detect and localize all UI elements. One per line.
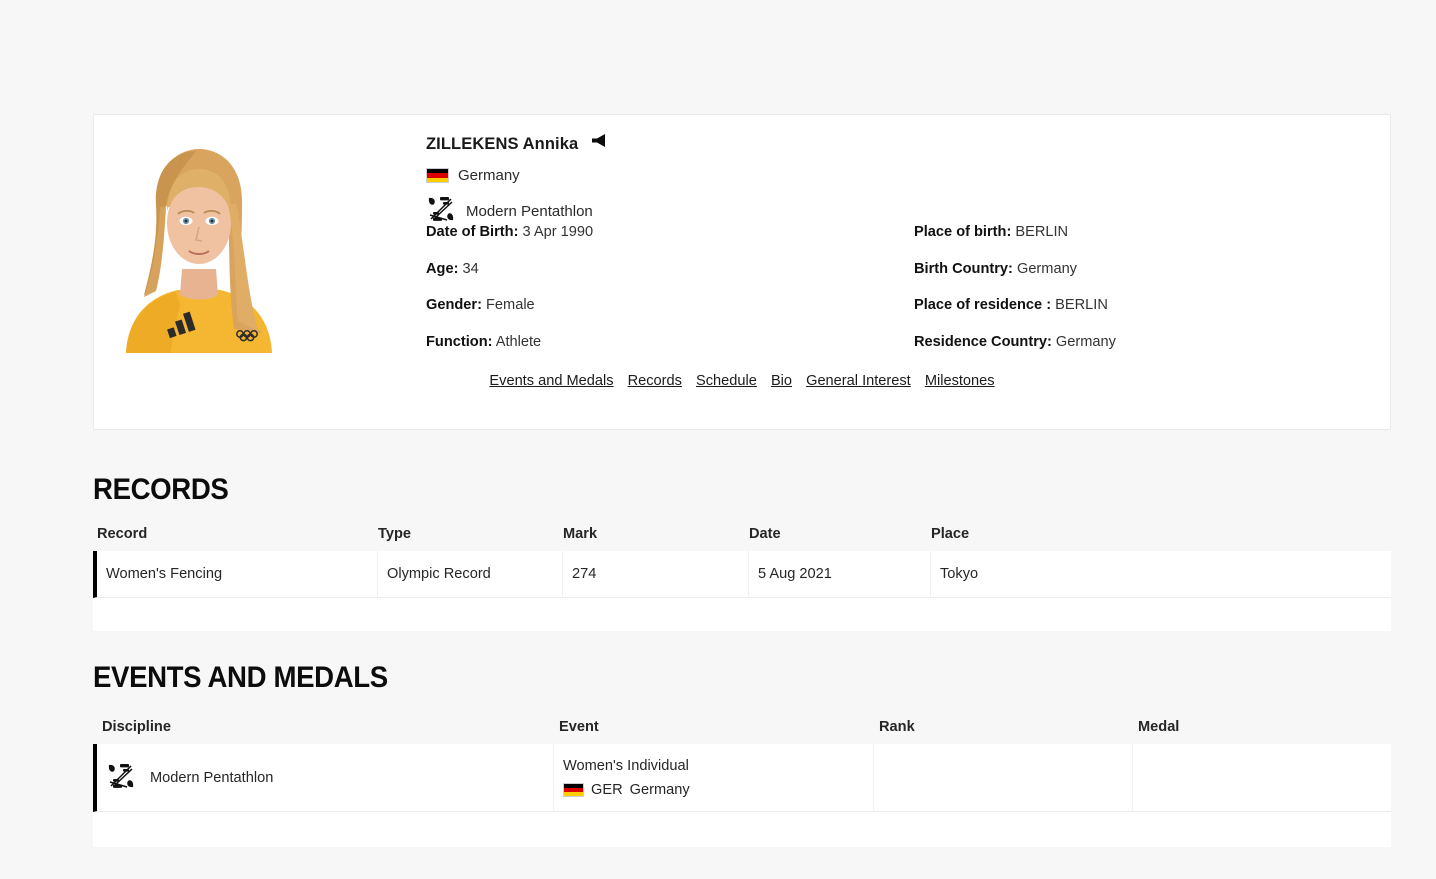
event-name: Women's Individual — [563, 757, 689, 774]
detail-value: Athlete — [495, 333, 542, 350]
athlete-details-left: Date of Birth: 3 Apr 1990 Age: 34 Gender… — [426, 225, 914, 349]
detail-function: Function: Athlete — [426, 333, 914, 350]
events-section-title: EVENTS AND MEDALS — [93, 661, 388, 694]
records-table: Record Type Mark Date Place Women's Fenc… — [93, 519, 1391, 631]
detail-label: Age: — [426, 260, 459, 277]
athlete-name: ZILLEKENS Annika — [426, 134, 579, 153]
nav-link-general-interest[interactable]: General Interest — [806, 373, 911, 389]
cell-record: Women's Fencing — [97, 551, 378, 597]
athlete-summary-card: ZILLEKENS Annika Germany Modern Pentathl… — [93, 114, 1391, 430]
column-header-record: Record — [97, 526, 148, 542]
nav-link-schedule[interactable]: Schedule — [696, 373, 757, 389]
events-table-footer — [93, 812, 1391, 847]
event-country-name: Germany — [629, 781, 690, 798]
germany-flag-icon — [426, 168, 449, 183]
cell-rank — [874, 744, 1133, 811]
detail-birth-country: Birth Country: Germany — [914, 260, 1116, 277]
profile-section-nav: Events and Medals Records Schedule Bio G… — [94, 373, 1390, 389]
modern-pentathlon-icon — [426, 194, 456, 228]
athlete-identity: ZILLEKENS Annika Germany Modern Pentathl… — [426, 134, 1370, 228]
cell-type: Olympic Record — [378, 551, 563, 597]
column-header-event: Event — [559, 719, 599, 735]
detail-date-of-birth: Date of Birth: 3 Apr 1990 — [426, 225, 914, 240]
column-header-medal: Medal — [1138, 719, 1180, 735]
detail-label: Birth Country: — [914, 260, 1013, 277]
column-header-date: Date — [749, 526, 781, 542]
athlete-details-right: Place of birth: BERLIN Birth Country: Ge… — [914, 225, 1116, 349]
detail-gender: Gender: Female — [426, 298, 914, 313]
detail-label: Function: — [426, 333, 493, 350]
records-table-footer — [93, 598, 1391, 631]
cell-discipline: Modern Pentathlon — [97, 744, 554, 811]
table-row[interactable]: Modern Pentathlon Women's Individual GER… — [93, 744, 1391, 812]
detail-label: Place of birth: — [914, 224, 1012, 240]
column-header-type: Type — [378, 526, 411, 542]
cell-medal — [1133, 744, 1391, 811]
detail-value: BERLIN — [1015, 224, 1069, 240]
cell-place: Tokyo — [940, 566, 979, 582]
cell-date: 5 Aug 2021 — [749, 551, 931, 597]
athlete-details: Date of Birth: 3 Apr 1990 Age: 34 Gender… — [426, 225, 1370, 349]
records-table-body: Women's Fencing Olympic Record 274 5 Aug… — [93, 551, 1391, 598]
detail-age: Age: 34 — [426, 260, 914, 277]
events-and-medals-table: Discipline Event Rank Medal Modern Penta… — [93, 712, 1391, 847]
event-country: GER Germany — [563, 782, 690, 798]
detail-value: BERLIN — [1055, 297, 1108, 314]
events-table-header: Discipline Event Rank Medal — [93, 712, 1391, 744]
detail-label: Gender: — [426, 297, 482, 314]
athlete-sport-label: Modern Pentathlon — [466, 202, 593, 220]
detail-value: Germany — [1016, 260, 1077, 277]
detail-label: Date of Birth: — [426, 224, 519, 240]
discipline-label: Modern Pentathlon — [150, 769, 274, 786]
detail-place-of-birth: Place of birth: BERLIN — [914, 225, 1116, 240]
column-header-discipline: Discipline — [102, 719, 171, 735]
nav-link-records[interactable]: Records — [628, 373, 682, 389]
records-section-title: RECORDS — [93, 473, 229, 506]
detail-value: Germany — [1055, 333, 1116, 350]
athlete-country-label: Germany — [458, 167, 520, 184]
athlete-country-row: Germany — [426, 167, 1370, 184]
nav-link-events-and-medals[interactable]: Events and Medals — [489, 373, 613, 389]
detail-label: Place of residence : — [914, 297, 1052, 314]
athlete-profile-page: ZILLEKENS Annika Germany Modern Pentathl… — [0, 0, 1436, 879]
germany-flag-icon — [563, 782, 584, 797]
nav-link-milestones[interactable]: Milestones — [925, 373, 995, 389]
detail-residence-country: Residence Country: Germany — [914, 333, 1116, 350]
records-table-header: Record Type Mark Date Place — [93, 519, 1391, 551]
athlete-photo — [110, 145, 288, 353]
cell-mark: 274 — [563, 551, 749, 597]
table-row[interactable]: Women's Fencing Olympic Record 274 5 Aug… — [93, 551, 1391, 598]
detail-place-of-residence: Place of residence : BERLIN — [914, 298, 1116, 313]
detail-value: 34 — [462, 260, 479, 277]
athlete-portrait-image — [110, 145, 288, 353]
events-table-body: Modern Pentathlon Women's Individual GER… — [93, 744, 1391, 812]
athlete-sport-row: Modern Pentathlon — [426, 194, 1370, 228]
detail-value: 3 Apr 1990 — [522, 224, 594, 240]
modern-pentathlon-icon — [106, 761, 136, 795]
column-header-rank: Rank — [879, 719, 915, 735]
column-header-place: Place — [931, 526, 970, 542]
nav-link-bio[interactable]: Bio — [771, 373, 792, 389]
detail-label: Residence Country: — [914, 333, 1052, 350]
event-country-code: GER — [591, 781, 623, 798]
detail-value: Female — [486, 297, 535, 314]
cell-event: Women's Individual GER Germany — [554, 744, 874, 811]
column-header-mark: Mark — [563, 526, 598, 542]
speaker-icon[interactable] — [590, 133, 606, 153]
